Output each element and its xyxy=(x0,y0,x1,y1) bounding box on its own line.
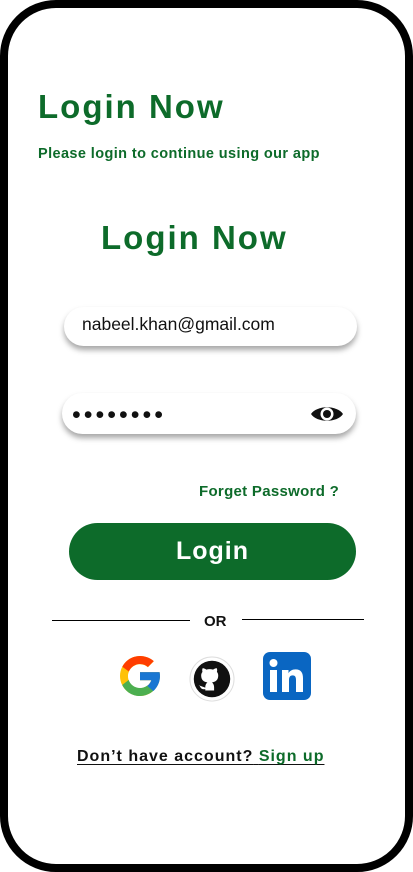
signup-prompt: Don’t have account? xyxy=(77,748,254,765)
form-heading: Login Now xyxy=(101,219,288,256)
forgot-password-link[interactable]: Forget Password ? xyxy=(199,483,339,500)
eye-icon[interactable] xyxy=(310,403,344,425)
linkedin-icon[interactable] xyxy=(263,652,311,700)
signup-row: Don’t have account? Sign up xyxy=(77,748,324,766)
phone-frame xyxy=(0,0,413,872)
or-label: OR xyxy=(204,613,227,630)
signup-link[interactable]: Sign up xyxy=(259,748,325,765)
page-subtitle: Please login to continue using our app xyxy=(38,146,320,162)
divider-right xyxy=(242,619,364,620)
password-field[interactable]: •••••••• xyxy=(62,393,356,434)
password-mask: •••••••• xyxy=(72,401,167,429)
github-icon[interactable] xyxy=(189,656,235,702)
email-field[interactable] xyxy=(64,305,357,346)
page-title: Login Now xyxy=(38,88,225,125)
login-button[interactable]: Login xyxy=(69,523,356,580)
divider-left xyxy=(52,620,190,621)
google-icon[interactable] xyxy=(116,652,164,700)
email-input[interactable] xyxy=(64,305,357,344)
